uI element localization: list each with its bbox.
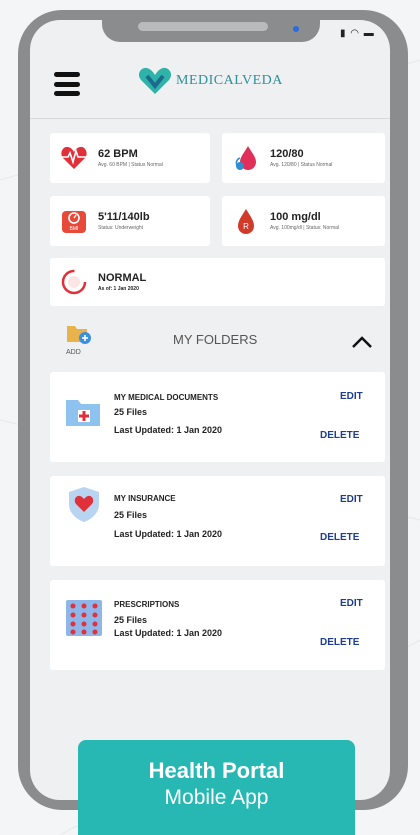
brand-name: MEDICALVEDA xyxy=(176,73,283,88)
heart-rate-value: 62 BPM xyxy=(98,148,138,160)
folder-card-medical-documents[interactable]: MY MEDICAL DOCUMENTS 25 Files Last Updat… xyxy=(50,372,385,462)
overall-status-card[interactable]: NORMAL As of: 1 Jan 2020 xyxy=(50,258,385,306)
vital-card-blood-sugar[interactable]: R 100 mg/dl Avg. 100mg/dl | Status: Norm… xyxy=(222,196,385,246)
heartbeat-icon xyxy=(61,146,87,169)
folder-card-prescriptions[interactable]: PRESCRIPTIONS 25 Files Last Updated: 1 J… xyxy=(50,580,385,670)
folder-file-count: 25 Files xyxy=(114,510,148,520)
medical-folder-icon xyxy=(66,400,100,426)
blood-pressure-subtext: Avg. 120/80 | Status Normal xyxy=(270,162,333,168)
badge-subtitle: Mobile App xyxy=(164,786,269,809)
folder-name: PRESCRIPTIONS xyxy=(114,600,180,609)
header-divider xyxy=(30,118,390,119)
svg-text:BMI: BMI xyxy=(70,226,79,232)
brand-logo: MEDICALVEDA xyxy=(138,66,283,96)
overall-status-value: NORMAL xyxy=(98,272,147,284)
edit-button[interactable]: EDIT xyxy=(340,598,363,609)
badge-title: Health Portal xyxy=(148,758,285,783)
delete-button[interactable]: DELETE xyxy=(320,532,359,543)
folder-name: MY MEDICAL DOCUMENTS xyxy=(114,393,219,402)
folder-name: MY INSURANCE xyxy=(114,494,176,503)
folder-file-count: 25 Files xyxy=(114,407,148,417)
heart-rate-subtext: Avg. 60 BPM | Status Normal xyxy=(98,162,163,168)
bmi-icon: BMI xyxy=(62,211,86,233)
blood-sugar-value: 100 mg/dl xyxy=(270,211,321,223)
camera-dot xyxy=(293,26,299,32)
status-gauge-icon xyxy=(61,269,87,295)
bmi-subtext: Status: Underweight xyxy=(98,225,144,231)
insurance-shield-icon xyxy=(69,487,99,522)
bmi-value: 5'11/140lb xyxy=(98,211,150,223)
blood-sugar-icon: R xyxy=(238,209,254,234)
vital-card-blood-pressure[interactable]: 120/80 Avg. 120/80 | Status Normal xyxy=(222,133,385,183)
vital-card-heart-rate[interactable]: 62 BPM Avg. 60 BPM | Status Normal xyxy=(50,133,210,183)
delete-button[interactable]: DELETE xyxy=(320,637,359,648)
folder-file-count: 25 Files xyxy=(114,615,148,625)
status-bar-icons: ▮ ◠ ▬ xyxy=(340,28,375,39)
hamburger-menu-icon[interactable] xyxy=(54,72,80,96)
edit-button[interactable]: EDIT xyxy=(340,391,363,402)
blood-sugar-subtext: Avg. 100mg/dl | Status: Normal xyxy=(270,225,340,231)
folder-last-updated: Last Updated: 1 Jan 2020 xyxy=(114,628,223,638)
vital-card-bmi[interactable]: BMI 5'11/140lb Status: Underweight xyxy=(50,196,210,246)
chevron-up-icon[interactable] xyxy=(350,332,374,352)
add-folder-icon[interactable] xyxy=(65,320,91,346)
folder-last-updated: Last Updated: 1 Jan 2020 xyxy=(114,529,223,539)
add-folder-label[interactable]: ADD xyxy=(66,349,81,356)
logo-heart-icon xyxy=(138,67,172,94)
overall-status-date: As of: 1 Jan 2020 xyxy=(98,286,139,292)
blood-pressure-icon xyxy=(235,146,256,170)
folders-title: MY FOLDERS xyxy=(173,332,258,347)
svg-text:R: R xyxy=(243,222,249,231)
app-title-badge: Health Portal Mobile App xyxy=(78,740,355,835)
speaker-bar xyxy=(138,22,268,31)
folder-last-updated: Last Updated: 1 Jan 2020 xyxy=(114,425,223,435)
edit-button[interactable]: EDIT xyxy=(340,494,363,505)
blood-pressure-value: 120/80 xyxy=(270,148,304,160)
prescription-pills-icon xyxy=(66,600,102,636)
delete-button[interactable]: DELETE xyxy=(320,430,359,441)
folder-card-insurance[interactable]: MY INSURANCE 25 Files Last Updated: 1 Ja… xyxy=(50,476,385,566)
